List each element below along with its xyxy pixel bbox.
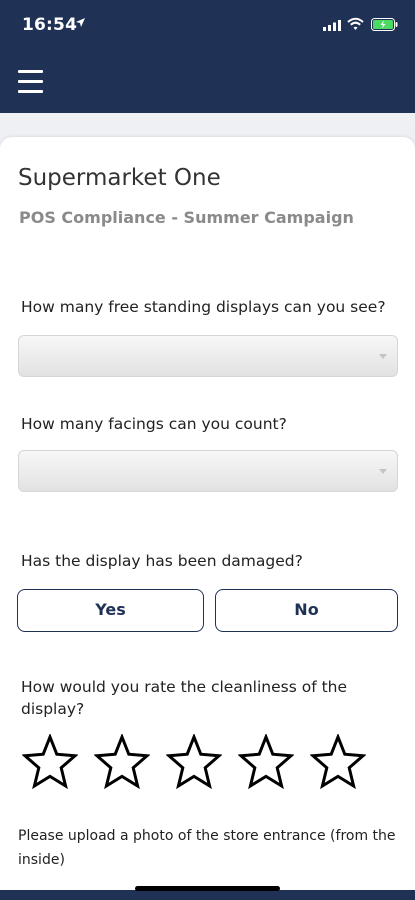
wifi-icon [347, 17, 364, 30]
no-button[interactable]: No [215, 589, 398, 632]
status-time: 16:54 [22, 15, 78, 35]
question-facings-label: How many facings can you count? [21, 415, 287, 433]
star-2-icon[interactable] [94, 734, 150, 790]
displays-select[interactable] [18, 335, 398, 377]
star-1-icon[interactable] [22, 734, 78, 790]
question-cleanliness-label: How would you rate the cleanliness of th… [21, 678, 348, 718]
battery-icon [371, 18, 398, 31]
campaign-name: POS Compliance - Summer Campaign [19, 208, 354, 227]
store-name: Supermarket One [18, 165, 221, 191]
facings-select[interactable] [18, 450, 398, 492]
star-rating [22, 734, 382, 790]
question-displays-label: How many free standing displays can you … [21, 298, 386, 316]
yes-button[interactable]: Yes [17, 589, 204, 632]
location-arrow-icon [76, 18, 85, 27]
question-photo-label: Please upload a photo of the store entra… [18, 828, 396, 868]
status-bar: 16:54 [0, 0, 415, 50]
top-navbar [0, 50, 415, 113]
home-indicator[interactable] [135, 886, 280, 891]
dropdown-arrow-icon [379, 469, 387, 474]
bottom-bar [0, 890, 415, 900]
question-damaged-label: Has the display has been damaged? [21, 552, 303, 570]
star-4-icon[interactable] [238, 734, 294, 790]
dropdown-arrow-icon [379, 354, 387, 359]
signal-icon [323, 20, 341, 31]
hamburger-menu-icon[interactable] [18, 70, 43, 94]
star-3-icon[interactable] [166, 734, 222, 790]
star-5-icon[interactable] [310, 734, 366, 790]
